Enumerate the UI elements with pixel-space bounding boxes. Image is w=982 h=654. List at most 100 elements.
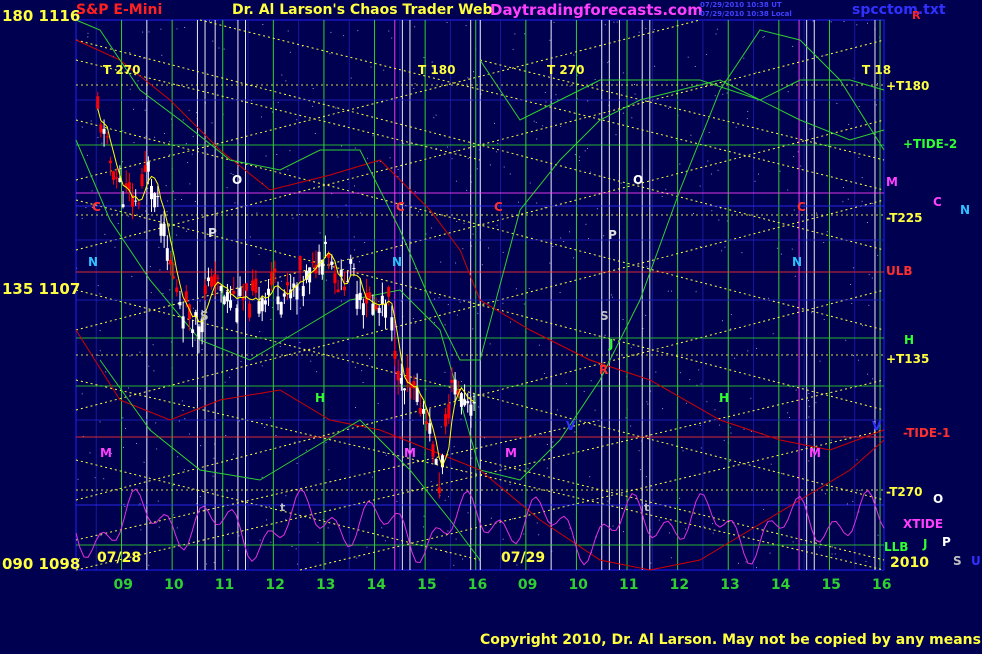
star	[502, 302, 504, 304]
star	[114, 246, 116, 248]
star	[279, 346, 281, 347]
star	[131, 276, 133, 277]
star	[824, 493, 826, 495]
star	[337, 216, 339, 218]
star	[490, 517, 492, 519]
star	[780, 472, 782, 474]
planet-c-3: C	[494, 200, 503, 214]
star	[578, 160, 580, 161]
star	[877, 534, 879, 536]
star	[281, 74, 283, 76]
star	[527, 468, 529, 470]
star	[274, 250, 276, 252]
star	[316, 371, 318, 373]
candle-body	[244, 283, 248, 291]
star	[861, 177, 863, 179]
star	[679, 372, 681, 374]
star	[714, 95, 716, 97]
star	[812, 20, 814, 22]
planet-h-1: H	[315, 391, 325, 405]
star	[703, 525, 705, 527]
x-tick-label: 10	[164, 577, 184, 593]
star	[467, 157, 469, 159]
star	[325, 279, 327, 281]
star	[169, 154, 171, 156]
x-tick-label: 11	[619, 577, 638, 593]
star	[722, 320, 723, 322]
star	[181, 400, 183, 402]
candle-body	[368, 292, 372, 299]
star	[726, 92, 728, 94]
label-tide2: +TIDE-2	[903, 137, 957, 151]
star	[792, 45, 794, 47]
planet-p-2: P	[608, 228, 617, 242]
star	[859, 490, 861, 491]
star	[797, 151, 799, 153]
corner-r-label: R	[912, 9, 921, 22]
star	[184, 27, 186, 28]
star	[823, 242, 825, 243]
star	[199, 496, 201, 497]
candle-body	[333, 273, 337, 284]
time-marker-1: T 270	[103, 63, 140, 77]
star	[397, 169, 399, 170]
star	[172, 484, 174, 486]
star	[182, 409, 184, 411]
star	[853, 267, 854, 269]
star	[750, 397, 752, 399]
star	[472, 328, 474, 330]
candle-body	[450, 379, 454, 383]
star	[830, 439, 832, 441]
star	[158, 246, 160, 248]
star	[400, 300, 402, 302]
planet-h-2: H	[719, 391, 729, 405]
star	[708, 132, 710, 133]
star	[823, 319, 825, 320]
candle-body	[251, 280, 255, 291]
star	[819, 360, 821, 362]
candle-body	[434, 459, 438, 465]
candle-body	[216, 277, 220, 279]
star	[99, 421, 101, 423]
star	[544, 92, 546, 93]
star	[721, 250, 723, 252]
date-label-2: 07/29	[501, 550, 545, 566]
star	[199, 300, 201, 302]
star	[444, 499, 446, 501]
candle-body	[263, 300, 267, 305]
star	[122, 130, 124, 132]
star	[291, 546, 293, 547]
star	[425, 233, 427, 235]
star	[292, 217, 294, 219]
star	[607, 500, 609, 502]
star	[361, 370, 363, 372]
star	[355, 407, 356, 408]
candle-body	[267, 288, 271, 295]
label-llb: LLB	[884, 540, 908, 554]
star	[414, 26, 416, 28]
planet-m-2: M	[404, 446, 416, 460]
year-label: 2010	[890, 555, 929, 571]
star	[99, 293, 101, 295]
star	[538, 344, 540, 346]
star	[679, 497, 681, 499]
star	[747, 350, 749, 352]
x-tick-label: 15	[417, 577, 436, 593]
star	[509, 173, 511, 175]
star	[625, 417, 627, 419]
star	[523, 303, 525, 305]
star	[372, 135, 374, 137]
star	[434, 322, 435, 324]
star	[128, 387, 129, 389]
star	[712, 532, 714, 534]
star	[224, 381, 226, 383]
star	[809, 128, 811, 130]
instrument-label: S&P E-Mini	[76, 2, 162, 18]
star	[256, 212, 258, 214]
label-tide1: -TIDE-1	[903, 426, 950, 440]
star	[745, 561, 747, 563]
star	[789, 417, 790, 418]
star	[676, 139, 678, 141]
star	[312, 88, 314, 89]
chaos-trader-chart: S&P E-Mini Dr. Al Larson's Chaos Trader …	[0, 0, 982, 650]
